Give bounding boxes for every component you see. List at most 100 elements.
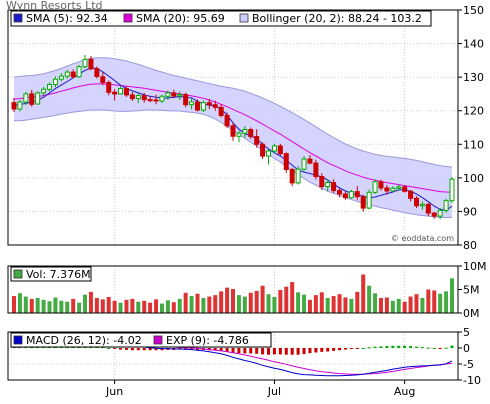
candle-body (283, 153, 289, 170)
volume-bar (231, 289, 235, 313)
macd-histogram-bar (284, 348, 288, 355)
volume-bar (201, 297, 206, 313)
macd-histogram-bar (438, 348, 442, 349)
candle-body (70, 71, 76, 78)
exp-legend-label: EXP (9): -4.786 (166, 334, 249, 347)
macd-ytick-label: 5 (463, 326, 470, 339)
volume-bar (242, 296, 247, 313)
volume-bar (189, 296, 194, 313)
macd-histogram-bar (272, 348, 276, 355)
volume-bar (71, 298, 76, 313)
candle-body (425, 203, 431, 214)
exp-legend-swatch (153, 335, 163, 345)
macd-histogram-bar (332, 348, 336, 351)
volume-bar (396, 298, 401, 313)
candle-body (378, 181, 384, 189)
macd-histogram-bar (296, 348, 300, 355)
volume-bar (272, 297, 277, 313)
volume-bar (124, 299, 129, 313)
macd-histogram-bar (343, 348, 347, 350)
volume-bar (325, 297, 330, 313)
volume-bar (47, 301, 52, 313)
candle-body (183, 94, 189, 106)
volume-bar (343, 297, 348, 313)
candle-body (254, 136, 260, 145)
sma5-legend-swatch (13, 13, 23, 23)
macd-histogram-bar (355, 348, 359, 349)
volume-bar (83, 294, 88, 313)
candle-body (248, 129, 254, 138)
macd-histogram-bar (225, 348, 229, 352)
volume-legend-swatch (13, 269, 23, 279)
candle-body (360, 196, 366, 209)
volume-bar (378, 297, 383, 313)
candle-body (11, 102, 17, 110)
candle-body (342, 193, 348, 199)
candle-body (200, 102, 206, 111)
candle-body (218, 106, 224, 116)
macd-legend-swatch (13, 335, 23, 345)
candle-body (260, 143, 266, 157)
xtick-label: Jun (105, 385, 123, 398)
volume-bar (402, 301, 407, 313)
macd-histogram-bar (450, 345, 454, 348)
macd-histogram-bar (361, 348, 365, 349)
volume-bar (136, 301, 141, 313)
volume-bar (219, 291, 224, 313)
candle-body (408, 190, 414, 199)
candle-body (313, 162, 319, 178)
macd-histogram-bar (302, 348, 306, 355)
candle-body (449, 178, 455, 202)
macd-histogram-bar (338, 348, 342, 351)
macd-histogram-bar (107, 348, 111, 349)
macd-histogram-bar (136, 348, 140, 351)
bollinger-legend-swatch (239, 13, 249, 23)
candle-body (35, 92, 41, 105)
macd-histogram-bar (148, 348, 152, 351)
macd-histogram-bar (267, 348, 271, 355)
candle-body (165, 92, 171, 97)
candle-body (171, 92, 177, 97)
macd-ytick-label: -5 (463, 358, 474, 371)
candle-body (52, 78, 58, 86)
candle-body (106, 82, 112, 93)
sma5-legend-label: SMA (5): 92.34 (26, 12, 108, 25)
stock-chart: Wynn Resorts Ltd 150 140 130 120 110 100 90 80 ©… (0, 0, 490, 400)
candle-body (29, 93, 35, 105)
macd-histogram-bar (397, 345, 401, 348)
macd-histogram-bar (320, 348, 324, 352)
candle-body (147, 99, 153, 102)
candle-body (354, 191, 360, 198)
price-ytick-label: 150 (463, 4, 484, 17)
candle-body (236, 132, 242, 137)
macd-histogram-bar (124, 348, 128, 350)
macd-histogram-bar (314, 348, 318, 353)
volume-bar (77, 302, 82, 313)
macd-histogram-bar (278, 348, 282, 355)
candle-body (82, 58, 88, 68)
volume-bar (420, 297, 425, 313)
volume-bar (337, 294, 342, 313)
price-ytick-label: 110 (463, 138, 484, 151)
volume-bar (384, 297, 389, 313)
candle-body (194, 101, 200, 111)
candle-body (47, 84, 53, 90)
xtick-label: Aug (394, 385, 415, 398)
vol-ytick-label: 0M (463, 307, 480, 320)
macd-histogram-bar (255, 348, 259, 354)
volume-bar (284, 286, 289, 313)
price-ytick-label: 90 (463, 205, 477, 218)
candle-body (348, 191, 354, 199)
volume-bar (355, 291, 360, 313)
macd-histogram-bar (231, 348, 235, 353)
candle-body (271, 145, 277, 152)
macd-histogram-bar (367, 347, 371, 349)
volume-bar (94, 297, 99, 313)
volume-bar (236, 295, 241, 313)
chart-title: Wynn Resorts Ltd (6, 0, 103, 12)
volume-bar (432, 290, 437, 313)
vol-ytick-label: 5M (463, 284, 480, 297)
candle-body (17, 101, 23, 110)
candle-body (242, 129, 248, 134)
watermark: © eoddata.com (391, 234, 454, 243)
